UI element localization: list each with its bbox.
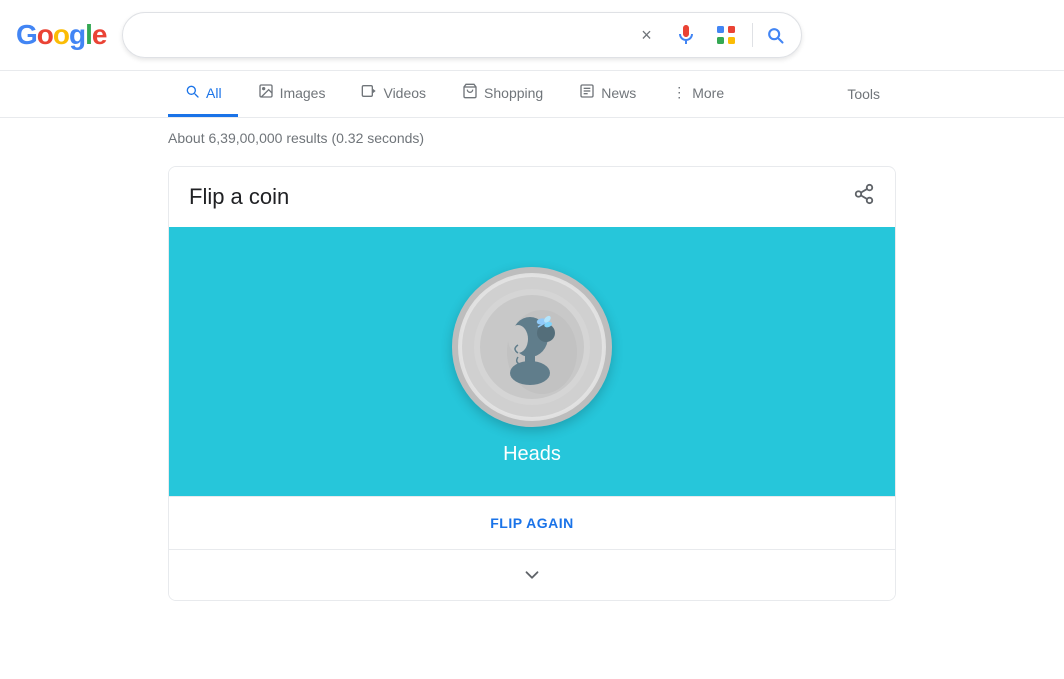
coin-inner: [462, 277, 602, 417]
logo-letter-o1: o: [37, 19, 53, 51]
coin[interactable]: [452, 267, 612, 427]
main-content: Flip a coin: [0, 154, 1064, 613]
header: Google Flip a coin ×: [0, 0, 1064, 71]
results-count-text: About 6,39,00,000 results (0.32 seconds): [168, 130, 424, 146]
nav-tabs: All Images Videos Shopping News ⋮ More T…: [0, 71, 1064, 118]
search-divider: [752, 23, 753, 47]
tab-images-label: Images: [280, 85, 326, 101]
flip-again-button[interactable]: FLIP AGAIN: [490, 515, 574, 531]
search-input[interactable]: Flip a coin: [139, 26, 624, 44]
tab-more-label: More: [692, 85, 724, 101]
flip-again-section: FLIP AGAIN: [169, 496, 895, 549]
tools-button[interactable]: Tools: [831, 74, 896, 114]
tab-shopping[interactable]: Shopping: [446, 71, 559, 117]
search-bar: Flip a coin ×: [122, 12, 802, 58]
coin-result-label: Heads: [503, 443, 561, 466]
chevron-down-icon: [521, 564, 543, 586]
tab-all-label: All: [206, 85, 222, 101]
logo-letter-g: G: [16, 19, 37, 51]
mic-icon: [674, 23, 698, 47]
all-tab-icon: [184, 83, 200, 102]
images-tab-icon: [258, 83, 274, 102]
search-magnifier-icon: [765, 25, 785, 45]
tab-videos-label: Videos: [383, 85, 426, 101]
google-logo[interactable]: Google: [16, 19, 106, 51]
tab-shopping-label: Shopping: [484, 85, 543, 101]
tab-news-label: News: [601, 85, 636, 101]
lens-button[interactable]: [712, 21, 740, 49]
news-tab-icon: [579, 83, 595, 102]
logo-letter-g2: g: [69, 19, 85, 51]
lens-icon: [714, 23, 738, 47]
coin-card-header: Flip a coin: [169, 167, 895, 227]
logo-letter-o2: o: [53, 19, 69, 51]
tab-videos[interactable]: Videos: [345, 71, 442, 117]
logo-letter-l: l: [85, 19, 92, 51]
results-info: About 6,39,00,000 results (0.32 seconds): [0, 122, 1064, 154]
search-icons: ×: [632, 21, 785, 49]
mic-button[interactable]: [672, 21, 700, 49]
tab-images[interactable]: Images: [242, 71, 342, 117]
videos-tab-icon: [361, 83, 377, 102]
share-icon: [853, 183, 875, 205]
shopping-tab-icon: [462, 83, 478, 102]
clear-button[interactable]: ×: [632, 21, 660, 49]
tab-all[interactable]: All: [168, 71, 238, 117]
coin-heads-svg: [472, 287, 592, 407]
share-button[interactable]: [853, 183, 875, 211]
more-tab-icon: ⋮: [672, 84, 686, 101]
tab-news[interactable]: News: [563, 71, 652, 117]
coin-display: Heads: [169, 227, 895, 496]
search-button[interactable]: [765, 25, 785, 45]
coin-card-title: Flip a coin: [189, 184, 289, 210]
tab-more[interactable]: ⋮ More: [656, 72, 740, 116]
clear-icon: ×: [641, 25, 652, 46]
expand-section[interactable]: [169, 549, 895, 600]
logo-letter-e: e: [92, 19, 107, 51]
coin-card: Flip a coin: [168, 166, 896, 601]
